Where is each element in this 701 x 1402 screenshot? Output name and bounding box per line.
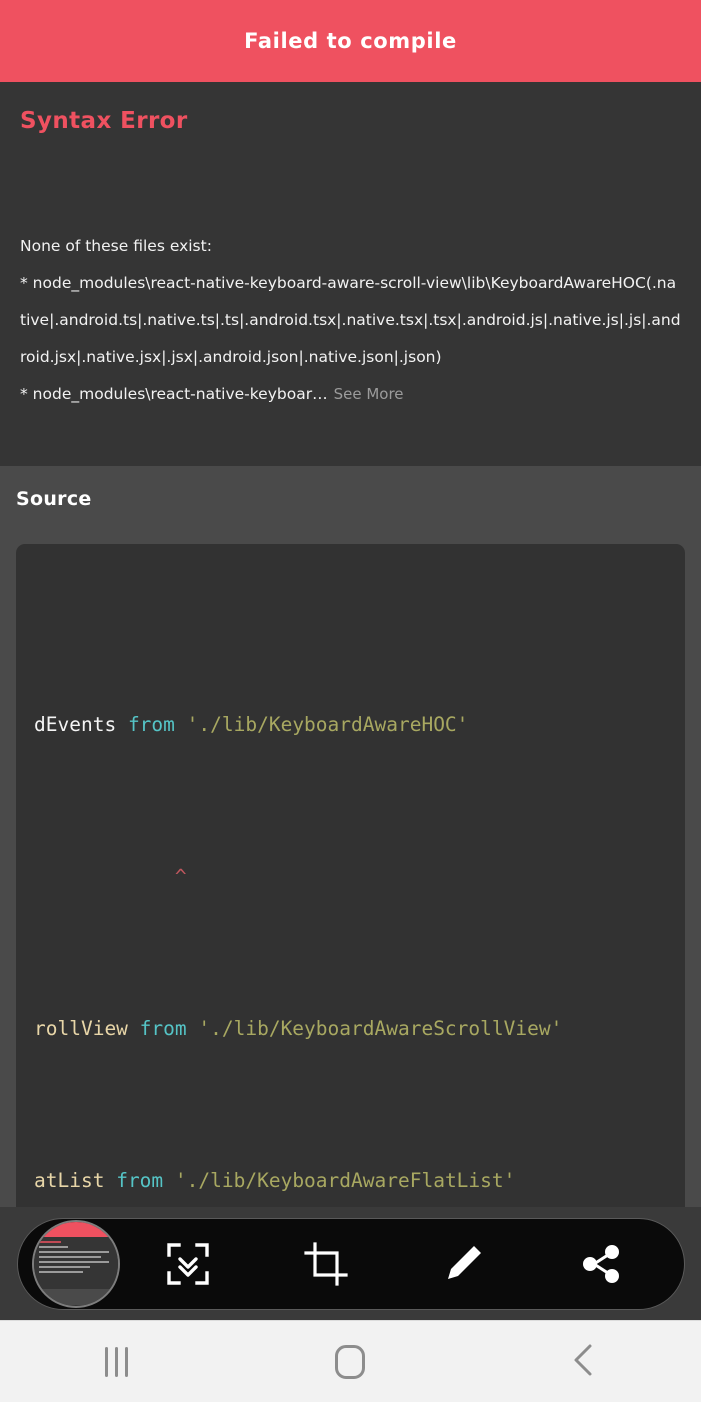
code-identifier: atList xyxy=(34,1169,104,1192)
crop-icon xyxy=(304,1242,348,1286)
nav-back-button[interactable] xyxy=(524,1321,644,1402)
back-chevron-icon xyxy=(569,1342,599,1382)
home-icon xyxy=(335,1345,365,1379)
screenshot-thumbnail[interactable] xyxy=(32,1220,120,1308)
source-panel: Source dEvents from './lib/KeyboardAware… xyxy=(0,466,701,1207)
thumbnail-body xyxy=(34,1237,118,1289)
code-line: rollView from './lib/KeyboardAwareScroll… xyxy=(16,1010,685,1048)
recents-icon xyxy=(105,1347,128,1377)
failed-to-compile-banner: Failed to compile xyxy=(0,0,701,82)
code-line: dEvents from './lib/KeyboardAwareHOC' xyxy=(16,706,685,744)
code-module-path: './lib/KeyboardAwareFlatList' xyxy=(175,1169,515,1192)
thumbnail-line xyxy=(39,1266,91,1268)
code-space xyxy=(163,1169,175,1192)
code-space xyxy=(128,1017,140,1040)
nav-home-button[interactable] xyxy=(290,1321,410,1402)
thumbnail-preview-image xyxy=(34,1222,118,1306)
code-keyword-from: from xyxy=(128,713,175,736)
code-module-path: './lib/KeyboardAwareHOC' xyxy=(187,713,469,736)
screenshot-root: Failed to compile Syntax Error None of t… xyxy=(0,0,701,1402)
code-space xyxy=(104,1169,116,1192)
thumbnail-line xyxy=(39,1256,102,1258)
error-panel: Syntax Error None of these files exist: … xyxy=(0,82,701,466)
code-keyword-from: from xyxy=(116,1169,163,1192)
code-identifier: rollView xyxy=(34,1017,128,1040)
code-space xyxy=(175,713,187,736)
screenshot-toolbar xyxy=(17,1218,685,1310)
share-icon xyxy=(579,1242,623,1286)
toolbar-actions xyxy=(120,1228,670,1300)
thumbnail-line xyxy=(39,1271,83,1273)
code-space xyxy=(116,713,128,736)
error-file-entry-1: * node_modules\react-native-keyboard-awa… xyxy=(20,265,681,376)
code-line: atList from './lib/KeyboardAwareFlatList… xyxy=(16,1162,685,1200)
error-caret-row: ^ xyxy=(16,858,685,896)
code-space xyxy=(187,1017,199,1040)
error-intro-line: None of these files exist: xyxy=(20,228,681,265)
thumbnail-line xyxy=(39,1261,109,1263)
source-heading: Source xyxy=(16,488,685,510)
syntax-error-heading: Syntax Error xyxy=(20,108,681,134)
thumbnail-line xyxy=(39,1246,69,1248)
thumbnail-line xyxy=(39,1251,109,1253)
code-module-path: './lib/KeyboardAwareScrollView' xyxy=(198,1017,562,1040)
android-navigation-bar xyxy=(0,1320,701,1402)
error-caret: ^ xyxy=(175,865,187,888)
thumbnail-line xyxy=(39,1241,61,1243)
share-button[interactable] xyxy=(565,1228,637,1300)
error-file-entry-2: * node_modules\react-native-keyboar… xyxy=(20,385,328,403)
code-identifier: dEvents xyxy=(34,713,116,736)
nav-recents-button[interactable] xyxy=(57,1321,177,1402)
crop-button[interactable] xyxy=(290,1228,362,1300)
error-message-body: None of these files exist: * node_module… xyxy=(20,228,681,413)
scroll-capture-icon xyxy=(166,1242,210,1286)
pen-icon xyxy=(441,1242,485,1286)
code-keyword-from: from xyxy=(140,1017,187,1040)
thumbnail-banner xyxy=(34,1222,118,1237)
thumbnail-source-area xyxy=(34,1289,118,1306)
see-more-link[interactable]: See More xyxy=(328,385,404,403)
scroll-capture-button[interactable] xyxy=(152,1228,224,1300)
screenshot-toolbar-area xyxy=(0,1207,701,1320)
draw-button[interactable] xyxy=(427,1228,499,1300)
banner-title: Failed to compile xyxy=(244,29,457,53)
